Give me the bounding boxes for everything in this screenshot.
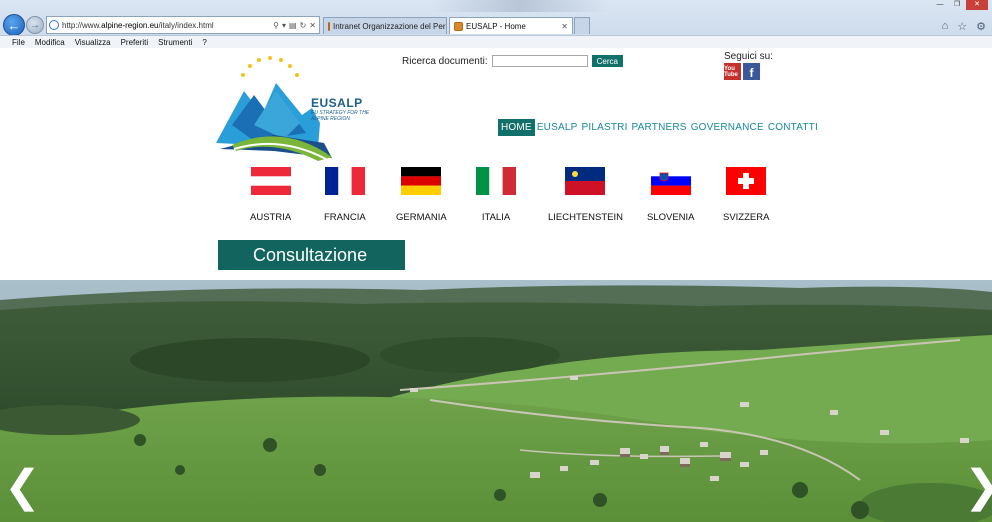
forward-button[interactable]: → bbox=[26, 16, 44, 34]
window-title-blur bbox=[430, 0, 610, 12]
minimize-button[interactable]: — bbox=[932, 0, 948, 10]
country-liechtenstein[interactable]: LIECHTENSTEIN bbox=[548, 167, 623, 223]
menu-bar: File Modifica Visualizza Preferiti Strum… bbox=[0, 35, 992, 48]
nav-partners[interactable]: PARTNERS bbox=[630, 120, 689, 135]
nav-contatti[interactable]: CONTATTI bbox=[766, 120, 820, 135]
menu-visualizza[interactable]: Visualizza bbox=[75, 38, 111, 47]
hero-landscape-image bbox=[0, 280, 992, 522]
page-header: EUSALP EU STRATEGY FOR THE ALPINE REGION… bbox=[0, 48, 992, 280]
menu-preferiti[interactable]: Preferiti bbox=[121, 38, 149, 47]
country-italy[interactable]: ITALIA bbox=[476, 167, 516, 223]
country-label: FRANCIA bbox=[324, 212, 366, 223]
youtube-icon[interactable]: You Tube bbox=[724, 63, 741, 80]
nav-governance[interactable]: GOVERNANCE bbox=[689, 120, 766, 135]
address-url[interactable]: http://www.alpine-region.eu/italy/index.… bbox=[62, 21, 273, 30]
facebook-icon[interactable]: f bbox=[743, 63, 760, 80]
country-label: LIECHTENSTEIN bbox=[548, 212, 623, 223]
gear-icon[interactable]: ⚙ bbox=[976, 20, 986, 33]
stop-icon[interactable]: ✕ bbox=[309, 21, 316, 30]
tab-eusalp-home[interactable]: EUSALP - Home ✕ bbox=[449, 17, 573, 34]
menu-help[interactable]: ? bbox=[202, 38, 206, 47]
browser-toolbar-icons: ⌂ ☆ ⚙ bbox=[942, 20, 986, 33]
tab-favicon-icon bbox=[454, 21, 463, 31]
country-france[interactable]: FRANCIA bbox=[324, 167, 366, 223]
germany-flag-icon bbox=[401, 167, 442, 195]
logo-brand: EUSALP bbox=[311, 96, 363, 110]
refresh-icon[interactable]: ↻ bbox=[300, 21, 307, 30]
france-flag-icon bbox=[324, 167, 365, 195]
back-button[interactable]: ← bbox=[3, 14, 25, 36]
nav-eusalp[interactable]: EUSALP bbox=[535, 120, 580, 135]
logo-tagline: EU STRATEGY FOR THE ALPINE REGION bbox=[311, 110, 370, 122]
address-bar[interactable]: http://www.alpine-region.eu/italy/index.… bbox=[46, 16, 320, 34]
switzerland-flag-icon bbox=[726, 167, 767, 195]
liechtenstein-flag-icon bbox=[565, 167, 606, 195]
country-label: ITALIA bbox=[481, 212, 511, 223]
country-slovenia[interactable]: SLOVENIA bbox=[647, 167, 695, 223]
tab-intranet[interactable]: Intranet Organizzazione del Per... bbox=[323, 17, 447, 34]
home-icon[interactable]: ⌂ bbox=[942, 20, 949, 33]
tab-favicon-icon bbox=[328, 21, 330, 31]
consultazione-button[interactable]: Consultazione bbox=[218, 240, 405, 270]
dropdown-arrow-icon[interactable]: ▾ bbox=[282, 21, 286, 30]
slovenia-flag-icon bbox=[650, 167, 691, 195]
menu-strumenti[interactable]: Strumenti bbox=[158, 38, 192, 47]
slider-next-button[interactable]: ❯ bbox=[964, 465, 992, 515]
italy-flag-icon bbox=[476, 167, 516, 195]
tab-close-icon[interactable]: ✕ bbox=[561, 22, 568, 31]
main-nav: HOME EUSALP PILASTRI PARTNERS GOVERNANCE… bbox=[498, 119, 820, 136]
social-label: Seguici su: bbox=[724, 51, 773, 62]
country-switzerland[interactable]: SVIZZERA bbox=[723, 167, 769, 223]
ie-favicon-icon bbox=[49, 20, 59, 30]
search-label: Ricerca documenti: bbox=[402, 55, 488, 67]
browser-chrome: ← → http://www.alpine-region.eu/italy/in… bbox=[0, 0, 992, 48]
menu-modifica[interactable]: Modifica bbox=[35, 38, 65, 47]
nav-home[interactable]: HOME bbox=[498, 119, 535, 136]
close-window-button[interactable]: ✕ bbox=[966, 0, 988, 10]
nav-pilastri[interactable]: PILASTRI bbox=[579, 120, 629, 135]
compatibility-view-icon[interactable]: ▤ bbox=[289, 21, 297, 30]
window-controls: — ❐ ✕ bbox=[932, 0, 988, 10]
country-label: SLOVENIA bbox=[647, 212, 695, 223]
country-label: GERMANIA bbox=[396, 212, 447, 223]
country-label: AUSTRIA bbox=[250, 212, 292, 223]
country-germany[interactable]: GERMANIA bbox=[396, 167, 447, 223]
new-tab-button[interactable] bbox=[574, 17, 590, 34]
restore-button[interactable]: ❐ bbox=[949, 0, 965, 10]
menu-file[interactable]: File bbox=[12, 38, 25, 47]
search-icon[interactable]: ⚲ bbox=[273, 21, 279, 30]
austria-flag-icon bbox=[250, 167, 291, 195]
country-austria[interactable]: AUSTRIA bbox=[250, 167, 291, 223]
search-form: Ricerca documenti: Cerca bbox=[402, 55, 623, 67]
country-label: SVIZZERA bbox=[723, 212, 770, 223]
search-button[interactable]: Cerca bbox=[591, 55, 623, 67]
logo-text: EUSALP EU STRATEGY FOR THE ALPINE REGION bbox=[311, 96, 371, 122]
favorites-star-icon[interactable]: ☆ bbox=[957, 20, 967, 33]
search-input[interactable] bbox=[491, 55, 588, 67]
slider-prev-button[interactable]: ❮ bbox=[4, 465, 41, 515]
eu-stars-icon bbox=[241, 56, 299, 77]
social-block: Seguici su: You Tube f bbox=[724, 51, 773, 80]
